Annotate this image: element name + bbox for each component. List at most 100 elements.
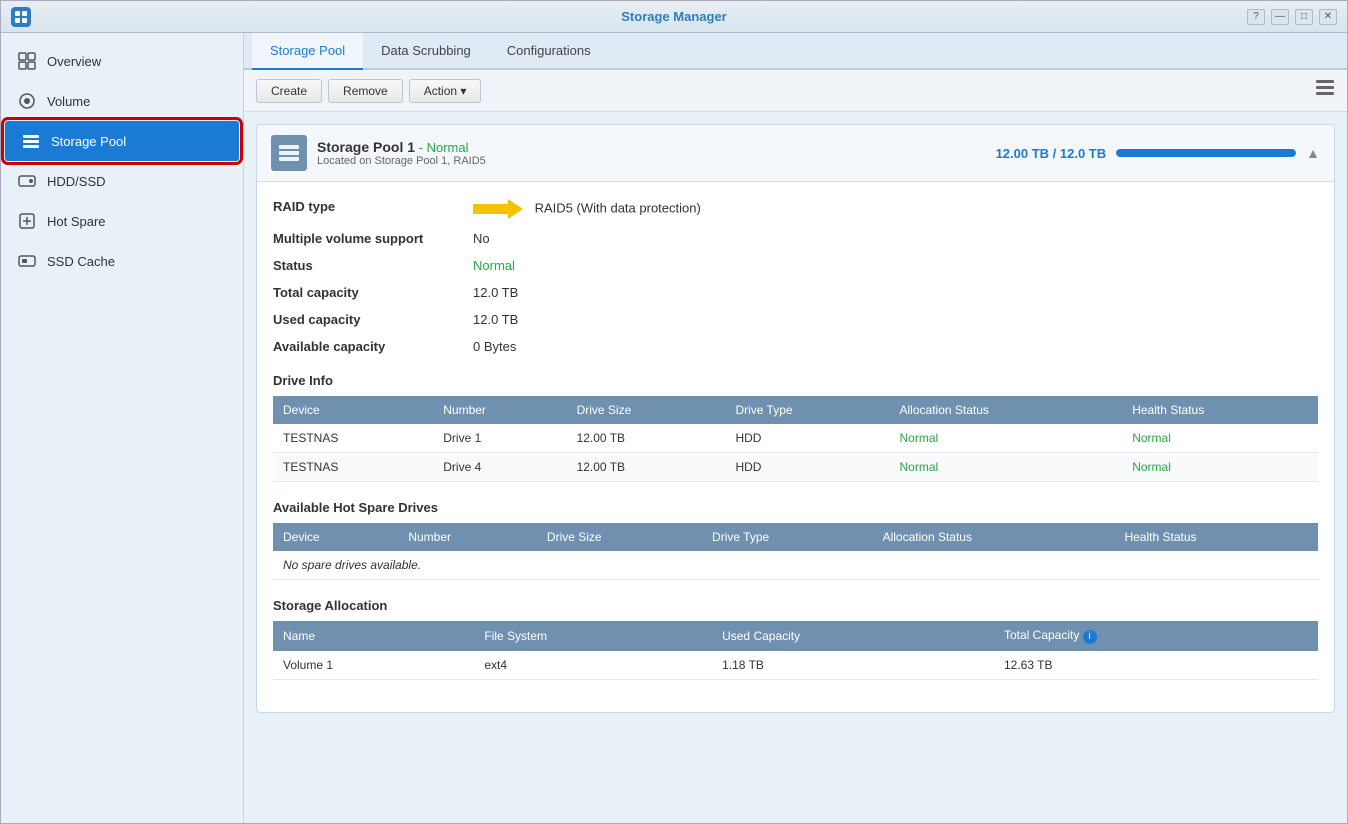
cell-device: TESTNAS: [273, 453, 433, 482]
cell-health-status: Normal: [1122, 453, 1318, 482]
sidebar-item-overview[interactable]: Overview: [1, 41, 243, 81]
pool-title-line: Storage Pool 1 - Normal: [317, 139, 486, 155]
status-label: Status: [273, 255, 473, 276]
total-capacity-label: Total capacity: [273, 282, 473, 303]
raid-type-value: RAID5 (With data protection): [473, 196, 1318, 222]
table-row: TESTNAS Drive 4 12.00 TB HDD Normal Norm…: [273, 453, 1318, 482]
col-drive-type: Drive Type: [725, 396, 889, 424]
hot-spare-empty-row: No spare drives available.: [273, 551, 1318, 580]
action-button[interactable]: Action ▾: [409, 79, 482, 103]
hs-col-alloc: Allocation Status: [873, 523, 1115, 551]
sa-col-total: Total Capacity i: [994, 621, 1318, 651]
sa-col-used: Used Capacity: [712, 621, 994, 651]
view-toggle-icon[interactable]: [1315, 78, 1335, 103]
col-device: Device: [273, 396, 433, 424]
window-controls[interactable]: ? — □ ✕: [1247, 9, 1337, 25]
hdd-ssd-icon: [17, 171, 37, 191]
col-number: Number: [433, 396, 566, 424]
pool-header-right: 12.00 TB / 12.0 TB ▲: [996, 145, 1320, 161]
tab-data-scrubbing[interactable]: Data Scrubbing: [363, 33, 489, 70]
app-window: Storage Manager ? — □ ✕ Overview Volume: [0, 0, 1348, 824]
status-value: Normal: [473, 255, 1318, 276]
tab-bar: Storage Pool Data Scrubbing Configuratio…: [244, 33, 1347, 70]
minimize-button[interactable]: —: [1271, 9, 1289, 25]
remove-button[interactable]: Remove: [328, 79, 403, 103]
col-alloc-status: Allocation Status: [890, 396, 1123, 424]
cell-health-status: Normal: [1122, 424, 1318, 453]
sidebar-label-hot-spare: Hot Spare: [47, 214, 106, 229]
overview-icon: [17, 51, 37, 71]
cell-total: 12.63 TB: [994, 651, 1318, 680]
cell-alloc-status: Normal: [890, 424, 1123, 453]
pool-header: Storage Pool 1 - Normal Located on Stora…: [257, 125, 1334, 182]
sidebar-item-hot-spare[interactable]: Hot Spare: [1, 201, 243, 241]
cell-number: Drive 4: [433, 453, 566, 482]
sidebar-item-ssd-cache[interactable]: SSD Cache: [1, 241, 243, 281]
help-button[interactable]: ?: [1247, 9, 1265, 25]
hot-spare-icon: [17, 211, 37, 231]
multi-volume-value: No: [473, 228, 1318, 249]
hot-spare-empty-message: No spare drives available.: [273, 551, 1318, 580]
tab-storage-pool[interactable]: Storage Pool: [252, 33, 363, 70]
hot-spare-table: Device Number Drive Size Drive Type Allo…: [273, 523, 1318, 580]
sidebar-label-storage-pool: Storage Pool: [51, 134, 126, 149]
info-icon: i: [1083, 630, 1097, 644]
info-grid: RAID type RAID5 (With data protection) M…: [273, 196, 1318, 357]
cell-name: Volume 1: [273, 651, 474, 680]
scroll-area[interactable]: Storage Pool 1 - Normal Located on Stora…: [244, 112, 1347, 823]
pool-body: RAID type RAID5 (With data protection) M…: [257, 182, 1334, 712]
total-capacity-value: 12.0 TB: [473, 282, 1318, 303]
hs-col-number: Number: [398, 523, 537, 551]
used-capacity-label: Used capacity: [273, 309, 473, 330]
col-drive-size: Drive Size: [567, 396, 726, 424]
table-row: TESTNAS Drive 1 12.00 TB HDD Normal Norm…: [273, 424, 1318, 453]
available-capacity-value: 0 Bytes: [473, 336, 1318, 357]
multi-volume-label: Multiple volume support: [273, 228, 473, 249]
raid-type-value-text: RAID5 (With data protection): [535, 200, 701, 215]
titlebar-left: [11, 7, 31, 27]
sidebar-label-volume: Volume: [47, 94, 90, 109]
storage-alloc-body: Volume 1 ext4 1.18 TB 12.63 TB: [273, 651, 1318, 680]
storage-allocation-title: Storage Allocation: [273, 598, 1318, 613]
sidebar-item-volume[interactable]: Volume: [1, 81, 243, 121]
sidebar-item-hdd-ssd[interactable]: HDD/SSD: [1, 161, 243, 201]
close-button[interactable]: ✕: [1319, 9, 1337, 25]
hs-col-device: Device: [273, 523, 398, 551]
cell-device: TESTNAS: [273, 424, 433, 453]
main-content: Overview Volume Storage Pool: [1, 33, 1347, 823]
content-area: Storage Pool Data Scrubbing Configuratio…: [244, 33, 1347, 823]
maximize-button[interactable]: □: [1295, 9, 1313, 25]
hot-spare-title: Available Hot Spare Drives: [273, 500, 1318, 515]
pool-subtitle: Located on Storage Pool 1, RAID5: [317, 155, 486, 167]
cell-fs: ext4: [474, 651, 712, 680]
hs-col-health: Health Status: [1114, 523, 1318, 551]
sidebar-item-storage-pool[interactable]: Storage Pool: [5, 121, 239, 161]
volume-icon: [17, 91, 37, 111]
toolbar-buttons: Create Remove Action ▾: [256, 79, 481, 103]
app-title: Storage Manager: [621, 9, 726, 24]
pool-card: Storage Pool 1 - Normal Located on Stora…: [256, 124, 1335, 713]
pool-icon: [271, 135, 307, 171]
raid-arrow-annotation: [473, 199, 523, 219]
hs-col-size: Drive Size: [537, 523, 702, 551]
cell-used: 1.18 TB: [712, 651, 994, 680]
cell-alloc-status: Normal: [890, 453, 1123, 482]
pool-title-area: Storage Pool 1 - Normal Located on Stora…: [317, 139, 486, 167]
create-button[interactable]: Create: [256, 79, 322, 103]
capacity-text: 12.00 TB / 12.0 TB: [996, 146, 1107, 161]
sidebar-label-hdd-ssd: HDD/SSD: [47, 174, 106, 189]
capacity-bar-container: [1116, 149, 1296, 157]
cell-number: Drive 1: [433, 424, 566, 453]
cell-size: 12.00 TB: [567, 453, 726, 482]
cell-type: HDD: [725, 424, 889, 453]
sidebar-label-overview: Overview: [47, 54, 101, 69]
storage-allocation-table: Name File System Used Capacity Total Cap…: [273, 621, 1318, 680]
hs-col-type: Drive Type: [702, 523, 873, 551]
tab-configurations[interactable]: Configurations: [489, 33, 609, 70]
hot-spare-header-row: Device Number Drive Size Drive Type Allo…: [273, 523, 1318, 551]
storage-alloc-header-row: Name File System Used Capacity Total Cap…: [273, 621, 1318, 651]
pool-status: - Normal: [419, 140, 469, 155]
sidebar: Overview Volume Storage Pool: [1, 33, 244, 823]
used-capacity-value: 12.0 TB: [473, 309, 1318, 330]
collapse-button[interactable]: ▲: [1306, 145, 1320, 161]
